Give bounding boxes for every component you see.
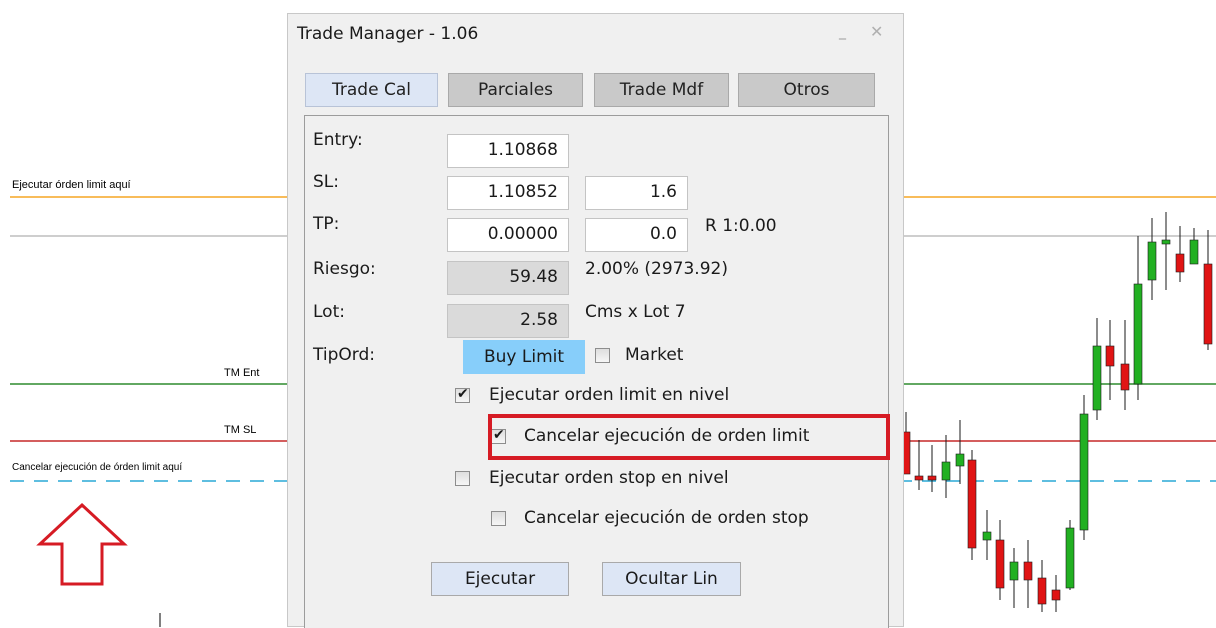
stop-exec-label: Ejecutar orden stop en nivel (489, 468, 729, 488)
candle-body (1023, 561, 1033, 581)
tp-label: TP: (313, 214, 340, 234)
sl-field[interactable]: 1.10852 (447, 176, 569, 210)
sl-line-label: TM SL (224, 424, 257, 436)
candle-body (941, 461, 951, 481)
candles (901, 212, 1213, 612)
candle-body (1037, 577, 1047, 605)
check-icon: ✔ (457, 386, 469, 402)
candle-body (1079, 413, 1089, 531)
candle-body (1175, 253, 1185, 273)
limit-exec-label: Ejecutar orden limit en nivel (489, 385, 730, 405)
window-title: Trade Manager - 1.06 (297, 24, 479, 44)
candle-body (1105, 345, 1115, 367)
lot-field: 2.58 (447, 304, 569, 338)
up-arrow-icon (36, 502, 128, 586)
candle-body (1009, 561, 1019, 581)
trade-manager-window: Trade Manager - 1.06 _ ✕ Trade Cal Parci… (287, 13, 904, 628)
stop-cancel-checkbox[interactable] (491, 511, 506, 526)
stop-cancel-label: Cancelar ejecución de orden stop (524, 508, 809, 528)
minimize-icon[interactable]: _ (839, 24, 846, 40)
candle-body (982, 531, 992, 541)
candle-body (967, 459, 977, 549)
sl-label: SL: (313, 172, 339, 192)
hide-lines-button[interactable]: Ocultar Lin (602, 562, 741, 596)
candle-body (955, 453, 965, 467)
title-bar[interactable]: Trade Manager - 1.06 _ ✕ (288, 14, 903, 56)
stop-exec-checkbox[interactable] (455, 471, 470, 486)
tab-trade-cal[interactable]: Trade Cal (305, 73, 438, 107)
execute-button[interactable]: Ejecutar (431, 562, 569, 596)
entry-label: Entry: (313, 130, 363, 150)
order-type-button[interactable]: Buy Limit (463, 340, 585, 374)
candle-body (1189, 239, 1199, 265)
candle-body (1051, 589, 1061, 601)
candle-body (1092, 345, 1102, 411)
candle-body (1161, 239, 1171, 245)
risk-label: Riesgo: (313, 259, 376, 279)
highlight-box (488, 414, 890, 460)
entry-line-label: TM Ent (224, 367, 260, 379)
risk-note: 2.00% (2973.92) (585, 259, 728, 279)
candle-body (1203, 263, 1213, 345)
order-type-label: TipOrd: (313, 345, 375, 365)
limit-line-label: Ejecutar órden limit aquí (12, 179, 131, 191)
tp-pips-field[interactable]: 0.0 (585, 218, 688, 252)
candle-body (1133, 283, 1143, 385)
close-icon[interactable]: ✕ (870, 22, 883, 41)
tp-field[interactable]: 0.00000 (447, 218, 569, 252)
tab-content: Entry: 1.10868 SL: 1.10852 1.6 TP: 0.000… (304, 115, 890, 628)
entry-field[interactable]: 1.10868 (447, 134, 569, 168)
candle-body (927, 475, 937, 481)
limit-exec-checkbox[interactable]: ✔ (455, 386, 470, 403)
market-label: Market (625, 345, 684, 365)
candle-body (1147, 241, 1157, 281)
lot-label: Lot: (313, 302, 345, 322)
tab-otros[interactable]: Otros (738, 73, 875, 107)
cancel-line-label: Cancelar ejecución de órden limit aquí (12, 462, 183, 473)
candle-body (1065, 527, 1075, 589)
candle-body (995, 539, 1005, 589)
lot-note: Cms x Lot 7 (585, 302, 686, 322)
risk-reward-ratio: R 1:0.00 (705, 216, 777, 236)
candle-body (1120, 363, 1130, 391)
risk-field: 59.48 (447, 261, 569, 295)
tab-trade-mdf[interactable]: Trade Mdf (594, 73, 729, 107)
sl-pips-field[interactable]: 1.6 (585, 176, 688, 210)
market-checkbox[interactable] (595, 348, 610, 363)
candle-body (914, 475, 924, 481)
tab-parciales[interactable]: Parciales (448, 73, 583, 107)
